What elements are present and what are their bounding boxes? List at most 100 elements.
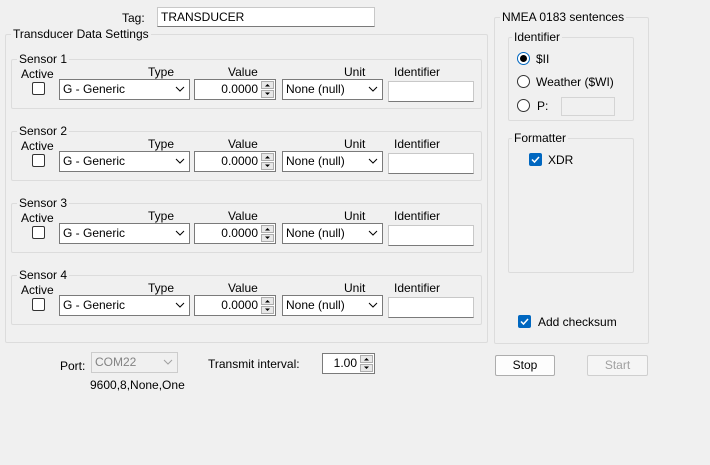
chevron-down-icon <box>265 164 270 167</box>
sensor-identifier-input[interactable] <box>388 153 474 174</box>
unit-header: Unit <box>344 137 366 151</box>
sensor-unit-select[interactable]: None (null) <box>282 79 383 100</box>
port-settings-text: 9600,8,None,One <box>90 378 185 392</box>
spin-down-button[interactable] <box>261 234 274 242</box>
radio-ii-label: $II <box>536 52 550 66</box>
unit-header: Unit <box>344 65 366 79</box>
identifier-header: Identifier <box>394 65 441 79</box>
sensor-value-stepper[interactable]: 0.0000 <box>194 151 276 172</box>
unit-header: Unit <box>344 209 366 223</box>
spin-down-button[interactable] <box>360 364 373 372</box>
sensor-value-stepper[interactable]: 0.0000 <box>194 295 276 316</box>
active-header: Active <box>21 211 54 225</box>
sensor-identifier-input[interactable] <box>388 81 474 102</box>
transducer-group-title: Transducer Data Settings <box>11 27 151 41</box>
sensor-value: 0.0000 <box>221 154 258 168</box>
sensor-title: Sensor 3 <box>17 196 70 210</box>
chevron-up-icon <box>265 156 270 159</box>
type-header: Type <box>148 209 175 223</box>
start-button[interactable]: Start <box>587 355 648 376</box>
spin-up-button[interactable] <box>261 81 274 89</box>
sensor-unit-select[interactable]: None (null) <box>282 223 383 244</box>
sensor-active-checkbox[interactable] <box>32 298 45 311</box>
active-header: Active <box>21 67 54 81</box>
identifier-header: Identifier <box>394 209 441 223</box>
value-header: Value <box>228 209 258 223</box>
chevron-down-icon <box>163 359 173 365</box>
chevron-down-icon <box>265 308 270 311</box>
type-header: Type <box>148 281 175 295</box>
value-header: Value <box>228 137 258 151</box>
port-select-value: COM22 <box>95 355 137 369</box>
chevron-down-icon <box>265 236 270 239</box>
sensor-value: 0.0000 <box>221 226 258 240</box>
stop-button[interactable]: Stop <box>495 355 555 376</box>
spin-up-button[interactable] <box>360 355 373 363</box>
sensor-unit-select[interactable]: None (null) <box>282 295 383 316</box>
sensor-identifier-input[interactable] <box>388 225 474 246</box>
tag-label: Tag: <box>122 11 145 25</box>
type-header: Type <box>148 137 175 151</box>
chevron-up-icon <box>265 228 270 231</box>
chevron-down-icon <box>175 158 185 164</box>
sensor-type-select[interactable]: G - Generic <box>59 223 190 244</box>
tag-input[interactable]: TRANSDUCER <box>157 7 375 27</box>
chevron-down-icon <box>368 158 378 164</box>
spin-down-button[interactable] <box>261 306 274 314</box>
sensor-unit-value: None (null) <box>286 82 345 96</box>
xdr-checkbox[interactable] <box>529 153 542 166</box>
sensor-unit-value: None (null) <box>286 226 345 240</box>
active-header: Active <box>21 283 54 297</box>
radio-weather-label: Weather ($WI) <box>536 75 614 89</box>
port-select[interactable]: COM22 <box>91 352 178 373</box>
unit-header: Unit <box>344 281 366 295</box>
radio-p[interactable] <box>517 99 530 112</box>
sensor-title: Sensor 1 <box>17 52 70 66</box>
spin-down-button[interactable] <box>261 90 274 98</box>
spin-down-button[interactable] <box>261 162 274 170</box>
sensor-type-select[interactable]: G - Generic <box>59 295 190 316</box>
p-identifier-input[interactable] <box>561 97 615 116</box>
sensor-type-value: G - Generic <box>63 298 126 312</box>
identifier-group-title: Identifier <box>512 30 563 44</box>
sensor-value: 0.0000 <box>221 298 258 312</box>
radio-ii[interactable] <box>517 52 530 65</box>
formatter-group-title: Formatter <box>512 131 569 145</box>
chevron-down-icon <box>175 230 185 236</box>
value-header: Value <box>228 65 258 79</box>
sensor-active-checkbox[interactable] <box>32 154 45 167</box>
identifier-header: Identifier <box>394 281 441 295</box>
sensor-value: 0.0000 <box>221 82 258 96</box>
sensor-type-select[interactable]: G - Generic <box>59 151 190 172</box>
chevron-down-icon <box>175 86 185 92</box>
spin-up-button[interactable] <box>261 297 274 305</box>
chevron-up-icon <box>364 358 369 361</box>
sensor-type-value: G - Generic <box>63 154 126 168</box>
check-icon <box>520 318 529 326</box>
sensor-active-checkbox[interactable] <box>32 226 45 239</box>
sensor-type-value: G - Generic <box>63 82 126 96</box>
add-checksum-checkbox[interactable] <box>518 315 531 328</box>
sensor-value-stepper[interactable]: 0.0000 <box>194 79 276 100</box>
transmit-interval-stepper[interactable]: 1.00 <box>322 353 375 374</box>
type-header: Type <box>148 65 175 79</box>
sensor-identifier-input[interactable] <box>388 297 474 318</box>
sensor-unit-value: None (null) <box>286 298 345 312</box>
chevron-up-icon <box>265 84 270 87</box>
radio-weather[interactable] <box>517 75 530 88</box>
identifier-header: Identifier <box>394 137 441 151</box>
chevron-down-icon <box>368 230 378 236</box>
check-icon <box>531 156 540 164</box>
chevron-down-icon <box>265 92 270 95</box>
spin-up-button[interactable] <box>261 225 274 233</box>
spin-up-button[interactable] <box>261 153 274 161</box>
port-label: Port: <box>60 359 86 373</box>
sensor-type-value: G - Generic <box>63 226 126 240</box>
sensor-type-select[interactable]: G - Generic <box>59 79 190 100</box>
chevron-down-icon <box>368 302 378 308</box>
nmea-group-title: NMEA 0183 sentences <box>500 10 627 24</box>
transmit-interval-label: Transmit interval: <box>208 357 300 371</box>
sensor-value-stepper[interactable]: 0.0000 <box>194 223 276 244</box>
sensor-active-checkbox[interactable] <box>32 82 45 95</box>
sensor-unit-select[interactable]: None (null) <box>282 151 383 172</box>
